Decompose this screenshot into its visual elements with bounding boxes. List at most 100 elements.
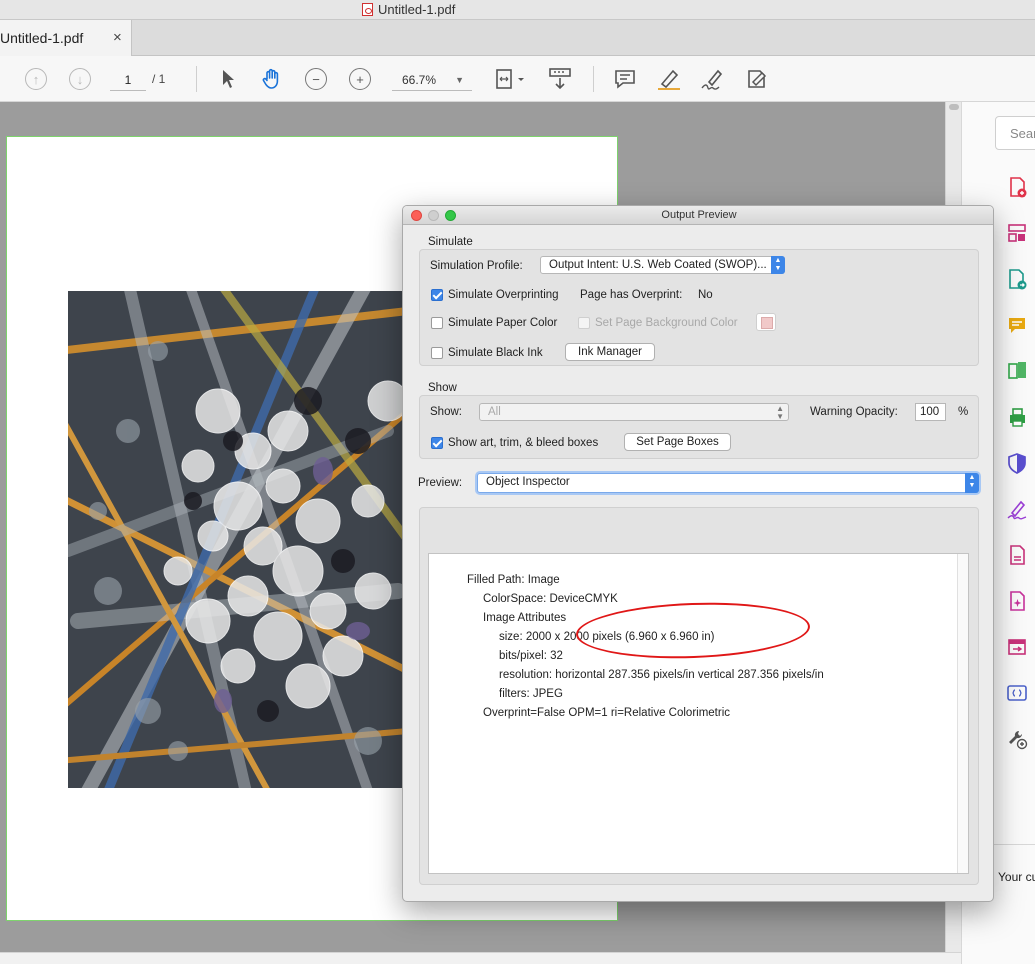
simulate-black-ink-checkbox[interactable] (431, 347, 443, 359)
output-preview-dialog: Output Preview Simulate Simulation Profi… (402, 205, 994, 902)
preview-label: Preview: (418, 477, 463, 489)
zoom-level-select[interactable]: 66.7% ▼ (392, 69, 472, 91)
page-image (68, 291, 404, 788)
show-boxes-checkbox[interactable] (431, 437, 443, 449)
comment-tool-icon[interactable] (1006, 314, 1028, 336)
simulation-profile-label: Simulation Profile: (430, 260, 523, 272)
simulate-section-label: Simulate (428, 236, 473, 248)
zoom-in-button[interactable]: + (348, 65, 372, 93)
sign-button[interactable] (699, 65, 727, 93)
set-page-background-checkbox[interactable] (578, 317, 590, 329)
toolbar-divider (593, 66, 594, 92)
warning-opacity-label: Warning Opacity: (810, 406, 898, 418)
select-tool-button[interactable] (216, 65, 240, 93)
page-total: / 1 (152, 72, 166, 86)
highlighter-icon (658, 69, 680, 90)
arrow-down-icon: ↓ (69, 68, 91, 90)
hand-tool-button[interactable] (259, 65, 285, 93)
set-page-background-label: Set Page Background Color (595, 317, 738, 329)
chevron-down-icon: ▼ (455, 75, 464, 85)
fit-page-icon (496, 69, 524, 89)
inspector-line: resolution: horizontal 287.356 pixels/in… (499, 669, 824, 681)
cursor-arrow-icon (223, 70, 234, 88)
simulate-overprinting-label[interactable]: Simulate Overprinting (448, 289, 559, 301)
close-window-button[interactable] (411, 210, 422, 221)
page-overprint-value: No (698, 289, 713, 301)
tools-search-input[interactable]: Sear (995, 116, 1035, 150)
show-select-value: All (488, 406, 501, 418)
horizontal-scrollbar[interactable] (0, 952, 961, 964)
document-tab[interactable]: Untitled-1.pdf × (0, 20, 132, 56)
abstract-artwork (68, 291, 404, 788)
simulation-profile-select[interactable]: Output Intent: U.S. Web Coated (SWOP)...… (540, 256, 785, 274)
compare-files-icon[interactable] (1006, 636, 1028, 658)
combine-files-icon[interactable] (1006, 360, 1028, 382)
javascript-icon[interactable] (1006, 682, 1028, 704)
page-background-color-swatch[interactable] (756, 313, 776, 331)
zoom-window-button[interactable] (445, 210, 456, 221)
create-pdf-icon[interactable] (1006, 176, 1028, 198)
simulate-overprinting-checkbox[interactable] (431, 289, 443, 301)
show-section-label: Show (428, 382, 457, 394)
inspector-line: bits/pixel: 32 (499, 650, 563, 662)
minimize-window-button[interactable] (428, 210, 439, 221)
toolbar-divider (196, 66, 197, 92)
inspector-line: Overprint=False OPM=1 ri=Relative Colori… (483, 707, 731, 719)
close-tab-icon[interactable]: × (113, 29, 122, 46)
scroll-mode-icon (549, 68, 571, 90)
show-label: Show: (430, 406, 462, 418)
next-page-button[interactable]: ↓ (69, 65, 91, 93)
ink-manager-button[interactable]: Ink Manager (565, 343, 655, 361)
hand-icon (262, 68, 279, 89)
show-select[interactable]: All ▲ ▼ (479, 403, 789, 421)
export-pdf-icon[interactable] (1006, 268, 1028, 290)
preview-mode-select[interactable]: Object Inspector ▲ ▼ (477, 473, 979, 493)
simulate-paper-color-checkbox[interactable] (431, 317, 443, 329)
zoom-out-button[interactable]: − (304, 65, 328, 93)
arrow-up-icon: ↑ (25, 68, 47, 90)
organize-pages-icon[interactable] (1006, 222, 1028, 244)
inspector-line: Filled Path: Image (467, 574, 560, 586)
zoom-level-value: 66.7% (402, 73, 437, 87)
more-tools-icon[interactable] (1006, 728, 1028, 750)
inspector-scrollbar[interactable] (957, 554, 968, 873)
comment-icon (615, 70, 635, 89)
previous-page-button[interactable]: ↑ (25, 65, 47, 93)
select-stepper-icon: ▲ ▼ (965, 473, 979, 493)
simulate-black-ink-label[interactable]: Simulate Black Ink (448, 347, 543, 359)
warning-opacity-input[interactable]: 100 (915, 403, 946, 421)
scrolling-mode-button[interactable] (546, 65, 574, 93)
fill-sign-icon[interactable] (1006, 498, 1028, 520)
window-title-text: Untitled-1.pdf (378, 2, 456, 17)
enhance-scans-icon[interactable] (1006, 590, 1028, 612)
scrollbar-thumb[interactable] (949, 104, 959, 110)
plus-circle-icon: + (349, 68, 371, 90)
set-page-boxes-button[interactable]: Set Page Boxes (624, 433, 731, 451)
pdf-file-icon (362, 3, 373, 16)
tools-pane-footer-text: Your cu (998, 870, 1035, 884)
dialog-title-bar: Output Preview (403, 206, 993, 225)
protect-icon[interactable] (1006, 452, 1028, 474)
highlight-button[interactable] (655, 65, 683, 93)
select-stepper-icon: ▲ ▼ (771, 256, 785, 274)
document-tab-label: Untitled-1.pdf (0, 30, 84, 46)
simulate-paper-color-label[interactable]: Simulate Paper Color (448, 317, 557, 329)
page-fit-button[interactable] (492, 65, 528, 93)
page-number-input[interactable]: 1 (110, 69, 146, 91)
comment-button[interactable] (612, 65, 638, 93)
print-production-icon[interactable] (1006, 406, 1028, 428)
inspector-line: ColorSpace: DeviceCMYK (483, 593, 618, 605)
edit-pdf-icon[interactable] (1006, 544, 1028, 566)
tab-strip: Untitled-1.pdf × (0, 20, 1035, 56)
object-inspector-panel[interactable]: Filled Path: Image ColorSpace: DeviceCMY… (428, 553, 969, 874)
minus-circle-icon: − (305, 68, 327, 90)
show-boxes-label[interactable]: Show art, trim, & bleed boxes (448, 437, 598, 449)
select-stepper-icon: ▲ ▼ (776, 404, 784, 421)
inspector-line: filters: JPEG (499, 688, 563, 700)
edit-document-icon (748, 70, 767, 88)
preview-mode-value: Object Inspector (486, 476, 570, 488)
main-toolbar: ↑ ↓ 1 / 1 − + 66.7% ▼ (0, 56, 1035, 102)
inspector-line: Image Attributes (483, 612, 567, 624)
page-overprint-label: Page has Overprint: (580, 289, 683, 301)
fill-sign-button[interactable] (743, 65, 771, 93)
